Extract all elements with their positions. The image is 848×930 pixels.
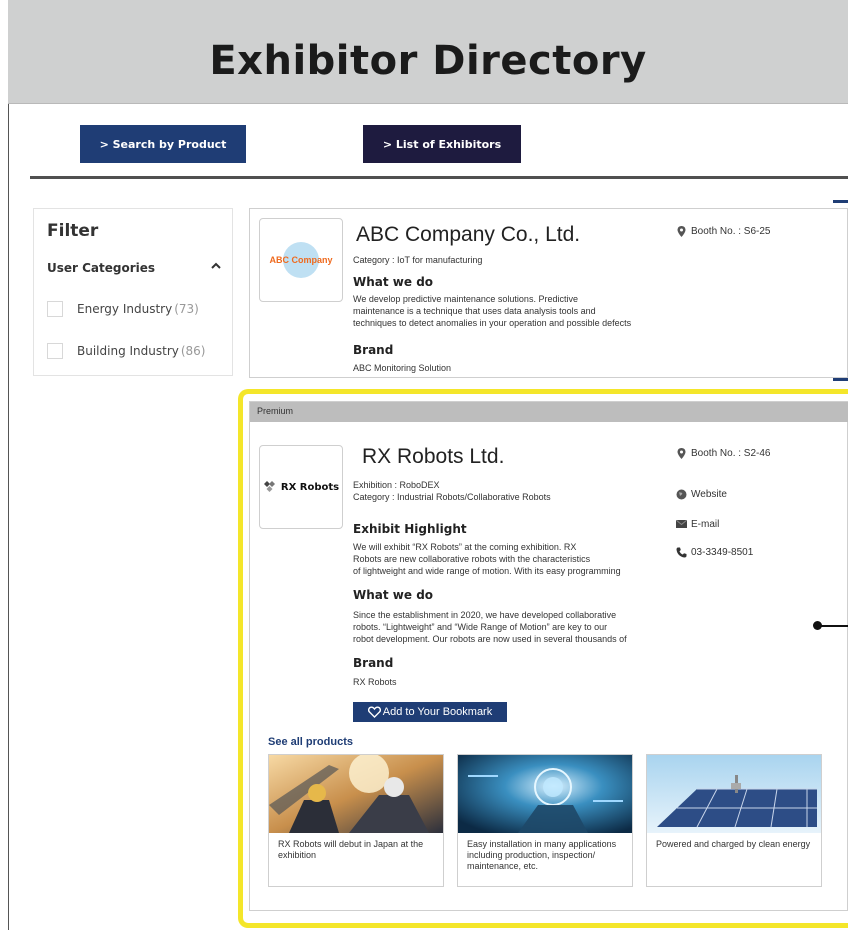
- exhibitor-logo-rx[interactable]: RX Robots: [259, 445, 343, 529]
- annotation-pointer-line: [818, 625, 848, 627]
- what-we-do-heading: What we do: [353, 275, 434, 289]
- premium-label: Premium: [257, 406, 294, 416]
- premium-bar: Premium: [250, 402, 848, 422]
- brand-value: RX Robots: [353, 677, 397, 687]
- location-pin-icon: [675, 225, 687, 237]
- exhibitor-name[interactable]: ABC Company Co., Ltd.: [356, 223, 580, 247]
- booth-number: Booth No. : S2-46: [675, 447, 771, 459]
- product-card-2[interactable]: Easy installation in many applications i…: [457, 754, 633, 887]
- product-card-1[interactable]: RX Robots will debut in Japan at the exh…: [268, 754, 444, 887]
- exhibitor-category: Category : IoT for manufacturing: [353, 255, 483, 265]
- rx-diamond-logo-icon: [263, 481, 275, 492]
- booth-number: Booth No. : S6-25: [675, 225, 771, 237]
- mail-icon: [675, 518, 687, 530]
- section-divider: [30, 176, 848, 179]
- filter-option-count: (86): [180, 344, 206, 358]
- page-frame-line: [8, 0, 9, 930]
- product-image-solar: [647, 755, 821, 833]
- building-checkbox[interactable]: [47, 343, 63, 359]
- chevron-up-icon[interactable]: [210, 260, 222, 272]
- product-card-3[interactable]: Powered and charged by clean energy: [646, 754, 822, 887]
- website-link[interactable]: Website: [675, 488, 727, 500]
- page-header: Exhibitor Directory: [8, 0, 848, 104]
- search-by-product-button[interactable]: > Search by Product: [80, 125, 246, 163]
- page-title: Exhibitor Directory: [209, 38, 647, 84]
- annotation-pointer-dot: [813, 621, 822, 630]
- brand-heading: Brand: [353, 656, 394, 670]
- exhibit-highlight-heading: Exhibit Highlight: [353, 522, 467, 536]
- decorative-line: [833, 200, 848, 203]
- phone-number[interactable]: 03-3349-8501: [675, 546, 753, 558]
- heart-icon: [367, 706, 381, 718]
- product-caption: RX Robots will debut in Japan at the exh…: [278, 839, 424, 860]
- exhibit-highlight-text: We will exhibit “RX Robots” at the comin…: [353, 542, 621, 576]
- filter-option-building[interactable]: Building Industry (86): [47, 341, 206, 361]
- abc-company-logo: ABC Company: [261, 240, 341, 280]
- rx-robots-logo: RX Robots: [263, 480, 339, 494]
- see-all-products-link[interactable]: See all products: [268, 736, 353, 748]
- filter-title: Filter: [47, 221, 99, 241]
- exhibitor-exhibition: Exhibition : RoboDEX: [353, 480, 440, 490]
- what-we-do-heading: What we do: [353, 588, 434, 602]
- list-of-exhibitors-button[interactable]: > List of Exhibitors: [363, 125, 521, 163]
- filter-option-label: Energy Industry: [77, 302, 173, 316]
- phone-icon: [675, 546, 687, 558]
- exhibitor-category: Category : Industrial Robots/Collaborati…: [353, 492, 551, 502]
- product-caption: Easy installation in many applications i…: [467, 839, 617, 871]
- exhibitor-logo-abc[interactable]: ABC Company: [259, 218, 343, 302]
- filter-option-label: Building Industry: [77, 344, 179, 358]
- globe-icon: [675, 488, 687, 500]
- energy-checkbox[interactable]: [47, 301, 63, 317]
- email-link[interactable]: E-mail: [675, 518, 719, 530]
- what-we-do-text: We develop predictive maintenance soluti…: [353, 294, 632, 328]
- add-bookmark-button[interactable]: Add to Your Bookmark: [353, 702, 507, 722]
- brand-heading: Brand: [353, 343, 394, 357]
- decorative-line: [833, 378, 848, 381]
- filter-option-count: (73): [174, 302, 199, 316]
- product-image-tech: [458, 755, 632, 833]
- product-caption: Powered and charged by clean energy: [656, 839, 811, 849]
- filter-panel: Filter User Categories Energy Industry (…: [33, 208, 233, 376]
- product-image-workers: [269, 755, 443, 833]
- exhibitor-name[interactable]: RX Robots Ltd.: [362, 445, 504, 469]
- what-we-do-text: Since the establishment in 2020, we have…: [353, 610, 627, 644]
- brand-value: ABC Monitoring Solution: [353, 363, 452, 373]
- location-pin-icon: [675, 447, 687, 459]
- filter-option-energy[interactable]: Energy Industry (73): [47, 299, 199, 319]
- user-categories-heading[interactable]: User Categories: [47, 261, 155, 275]
